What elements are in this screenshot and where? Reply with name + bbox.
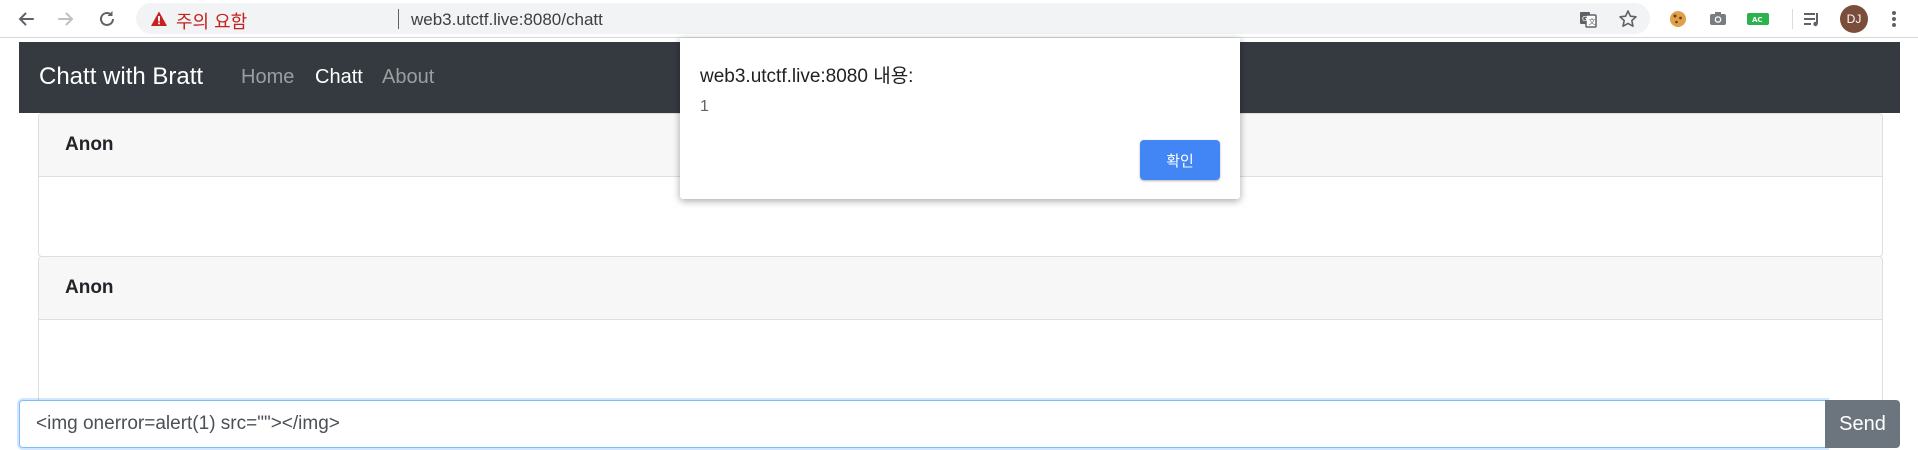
- message-author: Anon: [39, 257, 1882, 320]
- kebab-menu-icon[interactable]: [1882, 7, 1906, 31]
- address-separator: [398, 9, 399, 29]
- url-text[interactable]: web3.utctf.live:8080/chatt: [411, 10, 603, 30]
- nav-link-about[interactable]: About: [382, 66, 434, 89]
- cookie-extension-icon[interactable]: [1666, 7, 1690, 31]
- security-warning-label[interactable]: 주의 요함: [176, 8, 247, 34]
- ac-extension-icon[interactable]: AC: [1746, 7, 1770, 31]
- send-button[interactable]: Send: [1825, 400, 1900, 448]
- bookmark-star-icon[interactable]: [1616, 7, 1640, 31]
- back-arrow-icon[interactable]: [13, 6, 39, 32]
- svg-text:G: G: [1582, 15, 1587, 23]
- nav-link-home[interactable]: Home: [241, 66, 294, 89]
- alert-title: web3.utctf.live:8080 내용:: [700, 66, 914, 87]
- svg-text:AC: AC: [1752, 16, 1763, 24]
- browser-toolbar: 주의 요함 web3.utctf.live:8080/chatt G文 AC D…: [0, 0, 1918, 38]
- alert-dialog: web3.utctf.live:8080 내용: 1 확인: [680, 38, 1240, 199]
- media-queue-icon[interactable]: [1800, 7, 1824, 31]
- message-input[interactable]: [19, 400, 1827, 448]
- message-card: Anon: [38, 256, 1883, 406]
- svg-text:文: 文: [1589, 17, 1596, 26]
- warning-triangle-icon[interactable]: [150, 10, 168, 28]
- forward-arrow-icon[interactable]: [53, 6, 79, 32]
- brand-link[interactable]: Chatt with Bratt: [39, 63, 203, 91]
- nav-link-chatt[interactable]: Chatt: [315, 66, 363, 89]
- alert-message: 1: [700, 98, 709, 115]
- reload-icon[interactable]: [94, 6, 120, 32]
- avatar[interactable]: DJ: [1840, 5, 1868, 33]
- camera-extension-icon[interactable]: [1706, 7, 1730, 31]
- message-composer: Send: [19, 400, 1900, 448]
- address-bar[interactable]: 주의 요함 web3.utctf.live:8080/chatt G文: [136, 3, 1650, 34]
- translate-icon[interactable]: G文: [1576, 7, 1600, 31]
- alert-ok-button[interactable]: 확인: [1140, 140, 1220, 180]
